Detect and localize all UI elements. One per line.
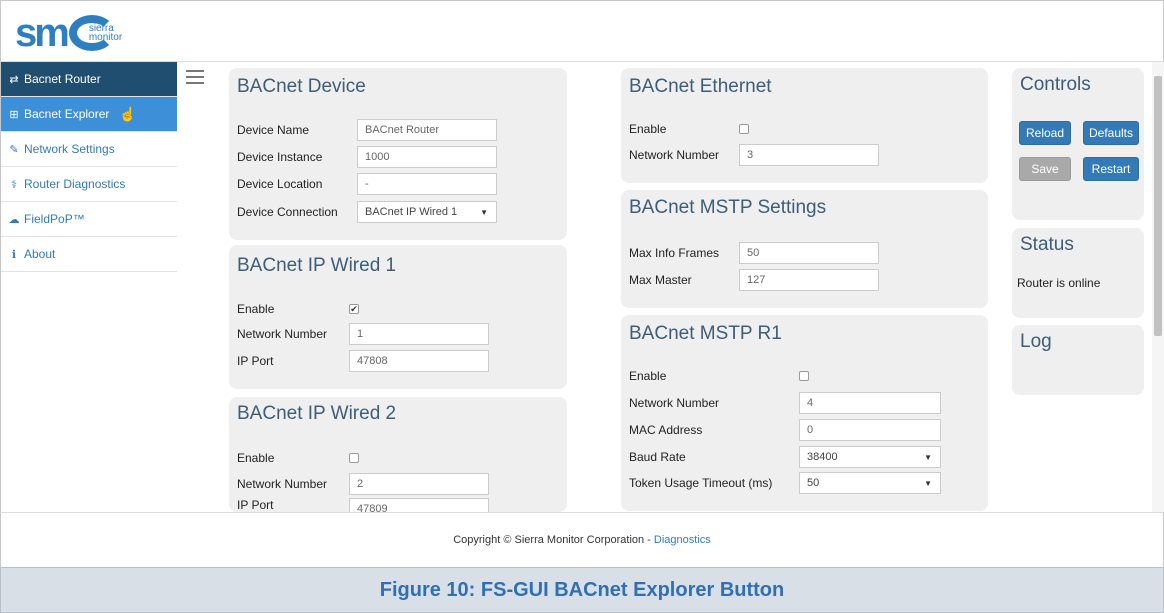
- panel-title: BACnet MSTP R1: [629, 323, 782, 344]
- panel-title: Log: [1020, 331, 1052, 352]
- ethernet-network-input[interactable]: 3: [739, 144, 879, 166]
- device-name-input[interactable]: BACnet Router: [357, 119, 497, 141]
- device-instance-label: Device Instance: [237, 150, 323, 164]
- logo-letters: sm: [15, 11, 70, 55]
- bacnet-ip-wired-2-panel: BACnet IP Wired 2 Enable Network Number …: [229, 397, 567, 512]
- smc-logo: sm sierra monitor: [15, 11, 125, 55]
- status-text: Router is online: [1017, 276, 1101, 290]
- ip1-enable-label: Enable: [237, 302, 275, 316]
- sidebar-item-fieldpop[interactable]: ☁ FieldPoP™: [1, 202, 177, 237]
- bacnet-ip-wired-1-panel: BACnet IP Wired 1 Enable ✔ Network Numbe…: [229, 245, 567, 389]
- log-panel: Log: [1012, 325, 1144, 395]
- hand-cursor-icon: ☝: [119, 105, 137, 122]
- sidebar-item-label: FieldPoP™: [24, 212, 85, 226]
- device-connection-select[interactable]: BACnet IP Wired 1 ▼: [357, 201, 497, 223]
- ip2-port-label: IP Port: [237, 498, 274, 512]
- ip1-port-label: IP Port: [237, 354, 274, 368]
- stethoscope-icon: ⚕: [11, 178, 17, 191]
- dropdown-arrow-icon: ▼: [480, 207, 488, 217]
- sitemap-icon: ⊞: [9, 108, 19, 121]
- status-panel: Status Router is online: [1012, 228, 1144, 318]
- exchange-icon: ⇄: [9, 73, 19, 86]
- panel-title: BACnet IP Wired 2: [237, 403, 397, 424]
- scrollbar-thumb[interactable]: [1154, 76, 1162, 336]
- controls-panel: Controls Reload Defaults Save Restart: [1012, 68, 1144, 220]
- bacnet-mstp-r1-panel: BACnet MSTP R1 Enable Network Number 4 M…: [621, 315, 988, 511]
- diagnostics-link[interactable]: Diagnostics: [654, 534, 711, 546]
- dropdown-arrow-icon: ▼: [924, 452, 932, 462]
- sidebar-item-bacnet-router[interactable]: ⇄ Bacnet Router: [1, 62, 177, 97]
- r1-baud-label: Baud Rate: [629, 450, 686, 464]
- r1-enable-checkbox[interactable]: [799, 371, 809, 381]
- restart-button[interactable]: Restart: [1083, 157, 1139, 181]
- bacnet-mstp-settings-panel: BACnet MSTP Settings Max Info Frames 50 …: [621, 190, 988, 308]
- info-icon: ℹ: [11, 248, 17, 261]
- ip1-network-input[interactable]: 1: [349, 323, 489, 345]
- sidebar-nav: ⇄ Bacnet Router ⊞ Bacnet Explorer ☝ ✎ Ne…: [0, 62, 177, 512]
- app-header: sm sierra monitor: [0, 0, 1164, 62]
- ip1-port-input[interactable]: 47808: [349, 350, 489, 372]
- device-connection-value: BACnet IP Wired 1: [365, 206, 458, 218]
- sidebar-item-label: Bacnet Explorer: [24, 107, 110, 121]
- vertical-scrollbar[interactable]: [1152, 62, 1164, 512]
- reload-button[interactable]: Reload: [1019, 121, 1071, 145]
- r1-mac-label: MAC Address: [629, 423, 703, 437]
- panel-title: Controls: [1020, 74, 1091, 95]
- r1-enable-label: Enable: [629, 369, 667, 383]
- ethernet-enable-checkbox[interactable]: [739, 124, 749, 134]
- wrench-icon: ✎: [9, 143, 19, 156]
- logo-c-mark: sierra monitor: [68, 15, 125, 51]
- sidebar-item-label: About: [24, 247, 56, 261]
- ip2-enable-checkbox[interactable]: [349, 453, 359, 463]
- r1-mac-input[interactable]: 0: [799, 419, 941, 441]
- panel-title: BACnet Ethernet: [629, 76, 772, 97]
- device-instance-input[interactable]: 1000: [357, 146, 497, 168]
- r1-timeout-value: 50: [807, 477, 820, 489]
- ethernet-enable-label: Enable: [629, 122, 667, 136]
- max-info-frames-input[interactable]: 50: [739, 242, 879, 264]
- panel-title: BACnet Device: [237, 76, 366, 97]
- device-location-label: Device Location: [237, 177, 323, 191]
- device-location-input[interactable]: -: [357, 173, 497, 195]
- ip1-network-label: Network Number: [237, 327, 328, 341]
- ethernet-network-label: Network Number: [629, 148, 720, 162]
- sidebar-item-about[interactable]: ℹ About: [1, 237, 177, 272]
- ip2-network-input[interactable]: 2: [349, 473, 489, 495]
- r1-baud-select[interactable]: 38400 ▼: [799, 446, 941, 468]
- bacnet-ethernet-panel: BACnet Ethernet Enable Network Number 3: [621, 68, 988, 183]
- page-footer: Copyright © Sierra Monitor Corporation -…: [0, 512, 1164, 567]
- hamburger-menu-icon[interactable]: [186, 70, 204, 84]
- device-connection-label: Device Connection: [237, 205, 338, 219]
- r1-network-label: Network Number: [629, 396, 720, 410]
- dropdown-arrow-icon: ▼: [924, 478, 932, 488]
- save-button[interactable]: Save: [1019, 157, 1071, 181]
- bacnet-device-panel: BACnet Device Device Name BACnet Router …: [229, 68, 567, 240]
- sidebar-item-label: Router Diagnostics: [24, 177, 126, 191]
- device-name-label: Device Name: [237, 123, 310, 137]
- figure-caption: Figure 10: FS-GUI BACnet Explorer Button: [0, 567, 1164, 613]
- max-master-input[interactable]: 127: [739, 269, 879, 291]
- sidebar-item-label: Bacnet Router: [24, 72, 101, 86]
- logo-text-monitor: monitor: [88, 32, 123, 43]
- panel-title: Status: [1020, 234, 1074, 255]
- copyright-text: Copyright © Sierra Monitor Corporation -: [453, 534, 651, 546]
- ip1-enable-checkbox[interactable]: ✔: [349, 304, 359, 314]
- ip2-enable-label: Enable: [237, 451, 275, 465]
- max-info-frames-label: Max Info Frames: [629, 246, 720, 260]
- r1-timeout-select[interactable]: 50 ▼: [799, 472, 941, 494]
- max-master-label: Max Master: [629, 273, 692, 287]
- panel-title: BACnet MSTP Settings: [629, 197, 827, 218]
- sidebar-item-router-diagnostics[interactable]: ⚕ Router Diagnostics: [1, 167, 177, 202]
- sidebar-item-network-settings[interactable]: ✎ Network Settings: [1, 132, 177, 167]
- ip2-network-label: Network Number: [237, 477, 328, 491]
- r1-baud-value: 38400: [807, 451, 838, 463]
- panel-title: BACnet IP Wired 1: [237, 255, 397, 276]
- defaults-button[interactable]: Defaults: [1083, 121, 1139, 145]
- r1-network-input[interactable]: 4: [799, 392, 941, 414]
- sidebar-item-label: Network Settings: [24, 142, 115, 156]
- cloud-icon: ☁: [8, 213, 20, 226]
- sidebar-item-bacnet-explorer[interactable]: ⊞ Bacnet Explorer ☝: [1, 97, 177, 132]
- ip2-port-input[interactable]: 47809: [349, 498, 489, 512]
- r1-timeout-label: Token Usage Timeout (ms): [629, 476, 773, 490]
